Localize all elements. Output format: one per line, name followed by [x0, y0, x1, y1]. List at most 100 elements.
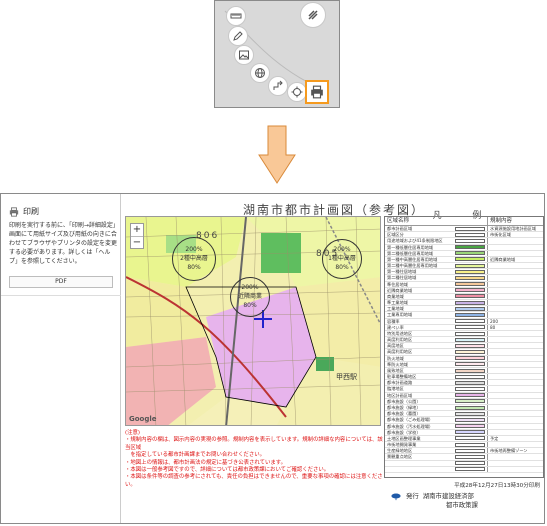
- legend-row-content: [488, 442, 490, 447]
- image-icon: [239, 50, 249, 60]
- zone-coverage: 80%: [335, 264, 349, 271]
- legend-row-content: 80: [490, 324, 496, 330]
- legend-swatch: [453, 460, 488, 466]
- legend-swatch-color: [455, 461, 485, 466]
- legend-swatch-color: [455, 263, 485, 268]
- legend-swatch-color: [455, 362, 485, 367]
- legend-row-content: [488, 343, 490, 348]
- legend-row-name: 第一種低層住居専用地域: [387, 244, 434, 250]
- legend-row-name: 都市計画区域: [387, 226, 413, 231]
- google-logo: Google: [129, 415, 157, 423]
- legend-row-name: 第一種住居地域: [387, 269, 417, 275]
- legend-swatch-color: [455, 405, 485, 410]
- legend-swatch-color: [455, 356, 485, 361]
- legend-row-name: 地区計画区域: [387, 392, 413, 398]
- city-emblem-icon: [391, 493, 401, 501]
- zone-far: 200%: [333, 246, 351, 253]
- legend-swatch-color: [455, 282, 485, 287]
- legend-row-name: 近隣商業地域: [387, 287, 413, 293]
- issuer-label: 発行: [406, 491, 419, 500]
- zoom-out-button[interactable]: −: [131, 236, 143, 248]
- legend-swatch: [453, 423, 488, 429]
- map-label: 甲西駅: [336, 373, 357, 381]
- zone-coverage: 80%: [187, 264, 201, 271]
- legend-row-content: [488, 263, 490, 268]
- legend-swatch-color: [455, 294, 485, 299]
- legend-row-content: 近隣商業地域: [490, 256, 516, 262]
- legend-row-name: 第二種低層住居専用地域: [387, 250, 434, 256]
- zoom-in-button[interactable]: +: [131, 224, 143, 236]
- printer-icon: [9, 206, 19, 217]
- legend-row-content: [488, 349, 490, 354]
- pdf-button[interactable]: PDF: [9, 276, 113, 288]
- print-panel-header: 印刷: [9, 206, 39, 217]
- legend-swatch-color: [455, 300, 485, 305]
- issuer-name: 湖南市建設経済部: [422, 491, 474, 500]
- legend-header-name: 区域名称: [385, 217, 488, 225]
- legend-row-name: 風致地区: [387, 367, 404, 373]
- legend-swatch-color: [455, 232, 485, 237]
- legend-swatch-color: [455, 337, 485, 342]
- legend-row-content: 市街地再整備ゾーン: [490, 448, 528, 454]
- legend-swatch-color: [455, 257, 485, 262]
- legend-row-content: [488, 399, 490, 404]
- legend-swatch: [453, 244, 488, 250]
- legend-row-name: [385, 461, 453, 466]
- legend-row-content: 予定: [490, 435, 499, 441]
- legend-row-content: [488, 362, 490, 367]
- notes: (注意) ・規制内容の欄は、図示内容の実現の参照。規制内容を表示しています。規制…: [125, 430, 383, 489]
- legend-swatch: [453, 324, 488, 330]
- legend-row-content: [488, 245, 490, 250]
- note-line: を指定している都市計画課までお問い合わせください。: [125, 452, 265, 459]
- globe-button[interactable]: [250, 63, 270, 83]
- legend-row-content: [488, 312, 490, 317]
- city-plan-map[interactable]: 806 805 甲西駅 200% 2種中高層 80% 200% 近隣商業 80%…: [125, 216, 381, 426]
- draw-button[interactable]: [228, 26, 248, 46]
- legend-swatch-color: [455, 245, 485, 250]
- legend-swatch: [453, 269, 488, 275]
- legend-swatch: [453, 256, 488, 263]
- legend-row-name: 準工業地域: [387, 300, 408, 306]
- route-button[interactable]: [268, 76, 288, 96]
- legend-row-name: 高度利用地区: [387, 349, 413, 355]
- legend-swatch-color: [455, 380, 485, 385]
- legend-swatch: [453, 343, 488, 349]
- print-button[interactable]: [305, 80, 329, 104]
- legend-row-content: [488, 386, 490, 391]
- menu-button[interactable]: [300, 2, 326, 28]
- ruler-button[interactable]: [226, 6, 246, 26]
- legend-swatch: [453, 337, 488, 343]
- legend-row-content: 200: [490, 318, 498, 324]
- gps-button[interactable]: [287, 82, 307, 102]
- legend-swatch: [453, 404, 488, 411]
- legend-row-name: 容積率: [387, 318, 400, 324]
- legend-row-name: 高度利用地区: [387, 337, 413, 343]
- legend-swatch-color: [455, 238, 485, 243]
- legend-row: [385, 466, 543, 473]
- legend-swatch: [453, 349, 488, 355]
- image-button[interactable]: [234, 45, 254, 65]
- legend-swatch-color: [455, 251, 485, 256]
- legend-row-content: [488, 251, 490, 256]
- zone-type: 1種中高層: [328, 255, 356, 262]
- note-line: ・本図は条件等の調査の参考にされても、責任の負担はできませんので、重要な事項の確…: [125, 474, 383, 488]
- legend-swatch: [453, 318, 488, 324]
- legend-swatch-color: [455, 269, 485, 274]
- legend-row-name: 防火地域: [387, 355, 404, 361]
- issuer-block: 発行 湖南市建設経済部 都市政策課: [390, 491, 540, 510]
- legend-swatch-color: [455, 331, 485, 336]
- legend-swatch-color: [455, 393, 485, 398]
- legend-header: 区域名称 規制内容: [385, 217, 543, 226]
- legend-row-content: [488, 411, 490, 416]
- legend-swatch-color: [455, 430, 485, 435]
- zone-marker: 200% 1種中高層 80%: [322, 239, 362, 279]
- legend-row-name: 土地区画整理事業: [387, 435, 421, 441]
- legend-row-content: [488, 393, 490, 398]
- legend-header-content: 規制内容: [490, 218, 513, 224]
- legend-row-content: [488, 356, 490, 361]
- note-line: ・地図上の情報は、都市計画法の規定に基づき公表されています。: [125, 459, 287, 466]
- legend-row-content: [488, 288, 490, 293]
- legend-row-content: 水資源施設用地計画区域: [490, 226, 537, 231]
- legend-swatch: [453, 312, 488, 318]
- legend-row-name: 建ぺい率: [387, 324, 404, 330]
